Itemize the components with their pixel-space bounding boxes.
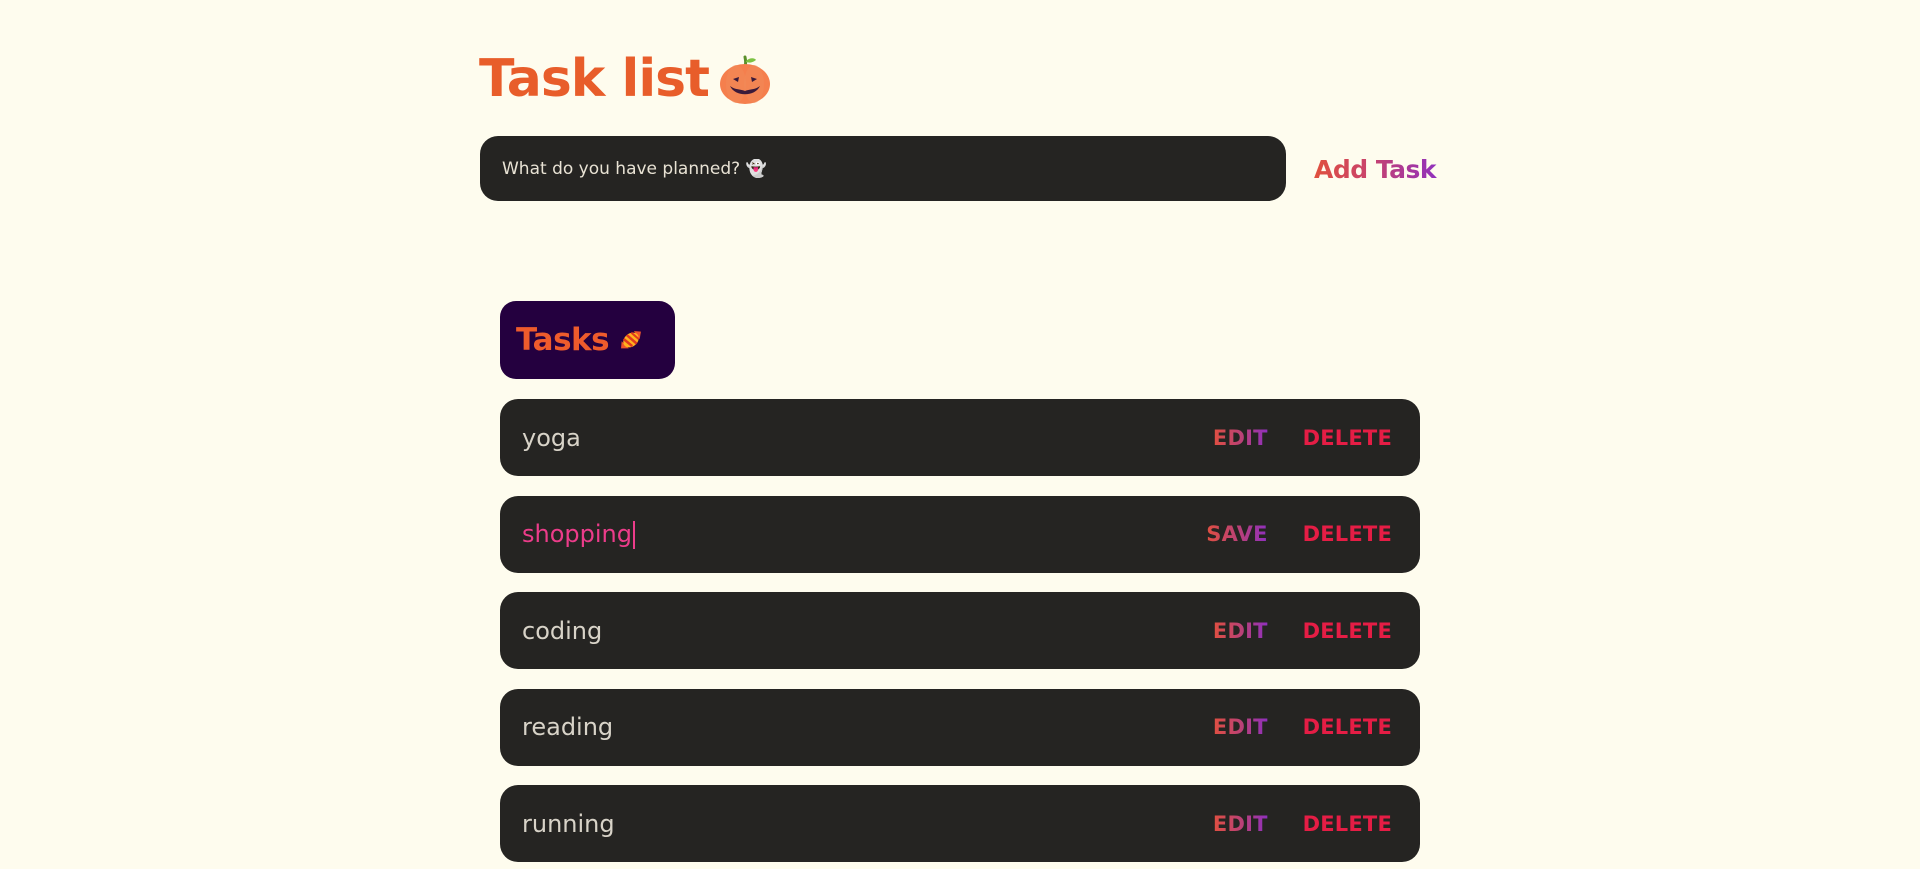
edit-button[interactable]: EDIT [1213,426,1268,450]
page: Task list Add Task Tasks [0,0,1920,869]
task-list: yoga EDIT DELETE shopping SAVE DELETE co… [500,399,1420,869]
delete-button[interactable]: DELETE [1303,619,1392,643]
text-caret [632,520,635,549]
task-item: reading EDIT DELETE [500,688,1420,766]
edit-button[interactable]: EDIT [1213,812,1268,836]
task-item: yoga EDIT DELETE [500,399,1420,476]
delete-button[interactable]: DELETE [1303,522,1392,546]
tasks-section-title: Tasks [516,322,610,358]
edit-button[interactable]: EDIT [1213,715,1268,739]
add-task-button[interactable]: Add Task [1310,150,1440,188]
task-text: reading [522,713,614,741]
task-text: running [522,809,615,838]
candy-icon [621,331,642,349]
task-item: shopping SAVE DELETE [500,495,1420,573]
new-task-field[interactable] [480,136,1286,201]
task-text: yoga [522,423,581,452]
task-edit-value: shopping [522,519,632,548]
task-item: running EDIT DELETE [500,785,1420,862]
edit-button[interactable]: EDIT [1213,619,1268,643]
task-edit-input[interactable]: shopping [522,520,1206,549]
page-title: Task list [479,49,710,109]
task-text: coding [522,616,603,645]
pumpkin-icon [719,55,770,104]
delete-button[interactable]: DELETE [1303,812,1392,836]
tasks-section-header: Tasks [500,301,675,379]
new-task-input[interactable] [500,157,1286,180]
title-row: Task list [479,44,771,114]
save-button[interactable]: SAVE [1206,522,1267,546]
delete-button[interactable]: DELETE [1303,426,1392,450]
task-item: coding EDIT DELETE [500,592,1420,669]
delete-button[interactable]: DELETE [1303,715,1392,739]
